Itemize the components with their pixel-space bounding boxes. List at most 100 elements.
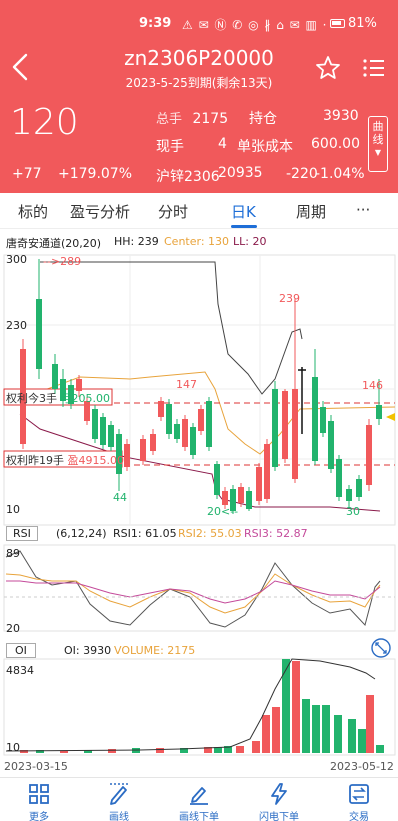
rsi2-value: RSI2: 55.03: [178, 527, 242, 540]
draw-line-label: 画线: [109, 812, 129, 821]
position-prev-text: 权利昨19手 盈4915.00: [6, 454, 124, 467]
open-interest-label: 持仓: [249, 111, 277, 127]
channel-upper-line: [40, 261, 303, 395]
volume-bar: [262, 715, 270, 753]
current-price-marker: [386, 413, 395, 421]
rsi-indicator-button[interactable]: RSI: [6, 526, 38, 541]
oi-axis-top: 4834: [6, 664, 34, 677]
current-volume-value: 4: [218, 136, 227, 152]
battery-indicator: 81%: [330, 16, 377, 31]
candle-body: [376, 405, 382, 419]
candle-body: [108, 425, 114, 447]
candle-body: [158, 401, 164, 417]
grid-icon: [29, 784, 49, 804]
oi-indicator-button[interactable]: OI: [6, 643, 36, 658]
underlying-price: 20935: [218, 165, 263, 181]
lightning-order-label: 闪电下单: [259, 812, 299, 821]
caret-down-icon: ▼: [374, 148, 382, 157]
tab-pnl-analysis[interactable]: 盈亏分析: [70, 201, 130, 222]
total-volume-label: 总手: [156, 112, 183, 127]
candle-body: [124, 444, 130, 467]
app-screen: 9:39 ⚠ ✉ Ⓝ ✆ ◎ ∦ ⌂ ✉ ▥ · 81% zn2306P2000…: [0, 0, 398, 821]
candle-body: [282, 391, 288, 459]
candle-body: [328, 421, 334, 469]
rsi1-line: [5, 550, 381, 628]
candle-body: [92, 409, 98, 439]
total-volume-stat: 总手 2175: [156, 108, 228, 127]
volume-bar: [312, 705, 320, 753]
underlying-label: 沪锌2306: [156, 169, 220, 185]
rsi3-value: RSI3: 52.87: [244, 527, 308, 540]
tab-daily-k[interactable]: 日K: [231, 201, 256, 222]
price-change: +77: [12, 166, 42, 182]
volume-bar: [334, 715, 342, 753]
candle-body: [190, 427, 196, 455]
more-label: 更多: [29, 812, 49, 821]
volume-bar: [366, 695, 374, 753]
candle-body: [174, 424, 180, 439]
last-price: 120: [10, 102, 79, 143]
candle-body: [36, 299, 42, 369]
battery-icon: [330, 19, 345, 28]
menu-list-icon[interactable]: [362, 56, 386, 80]
favorite-star-icon[interactable]: [314, 54, 342, 82]
date-start: 2023-03-15: [4, 760, 68, 773]
draw-line-button[interactable]: 画线: [84, 782, 154, 821]
oi-axis-bottom: 10: [6, 741, 20, 754]
status-time: 9:39: [139, 16, 172, 31]
lightning-order-button[interactable]: 闪电下单: [244, 782, 314, 821]
tab-more[interactable]: ···: [356, 201, 370, 219]
bottom-toolbar: 更多 画线 画线下单 闪电下单 交易: [0, 777, 398, 821]
status-bar: 9:39 ⚠ ✉ Ⓝ ✆ ◎ ∦ ⌂ ✉ ▥ · 81%: [0, 14, 398, 36]
candle-body: [346, 489, 352, 501]
indicator-name: 唐奇安通道(20,20): [6, 237, 102, 250]
candle-body: [140, 439, 146, 461]
label-147: 147: [176, 378, 197, 391]
trade-label: 交易: [349, 812, 369, 821]
tab-underlying[interactable]: 标的: [18, 201, 48, 222]
low-44: 44: [113, 491, 127, 504]
unit-cost-value: 600.00: [311, 136, 360, 152]
low-20: 20<--: [207, 505, 239, 518]
candle-body: [182, 419, 188, 447]
indicator-ll: LL: 20: [233, 235, 267, 248]
candle-body: [206, 401, 212, 447]
volume-value: VOLUME: 2175: [114, 644, 196, 657]
pencil-icon: [110, 783, 128, 805]
kline-chart[interactable]: [0, 229, 398, 774]
curve-toggle-char2: 线: [372, 133, 384, 146]
curve-toggle-button[interactable]: 曲 线 ▼: [368, 116, 388, 172]
rsi-axis-bottom: 20: [6, 622, 20, 635]
candle-body: [238, 487, 244, 503]
current-volume-label: 现手: [156, 139, 184, 155]
candle-body: [166, 404, 172, 434]
candle-body: [272, 389, 278, 467]
price-change-percent: +179.07%: [58, 166, 133, 182]
volume-bar: [272, 707, 280, 753]
position-today-text: 权利今3手 亏205.00: [6, 392, 110, 405]
candlestick-group: [20, 259, 382, 514]
label-146: 146: [362, 379, 383, 392]
trade-button[interactable]: 交易: [324, 782, 394, 821]
rsi-axis-top: 89: [6, 547, 20, 560]
volume-bar: [252, 741, 260, 753]
tab-period[interactable]: 周期: [296, 201, 326, 222]
draw-order-button[interactable]: 画线下单: [164, 782, 234, 821]
volume-bar: [282, 659, 290, 753]
indicator-hh: HH: 239: [114, 235, 159, 248]
open-interest-value: 3930: [323, 108, 359, 124]
volume-bar: [108, 749, 116, 753]
candle-body: [246, 491, 252, 509]
active-tab-indicator: [231, 225, 257, 228]
battery-level: 81%: [348, 16, 377, 31]
more-button[interactable]: 更多: [4, 782, 74, 821]
low-30: 30: [346, 505, 360, 518]
tab-intraday[interactable]: 分时: [158, 201, 188, 222]
rsi-params: (6,12,24): [56, 527, 107, 540]
underlying-change-percent: -1.04%: [315, 166, 365, 182]
candle-body: [52, 364, 58, 389]
candle-body: [150, 434, 156, 451]
candle-body: [264, 444, 270, 499]
candle-body: [222, 491, 228, 505]
zoom-expand-icon: [371, 638, 391, 658]
